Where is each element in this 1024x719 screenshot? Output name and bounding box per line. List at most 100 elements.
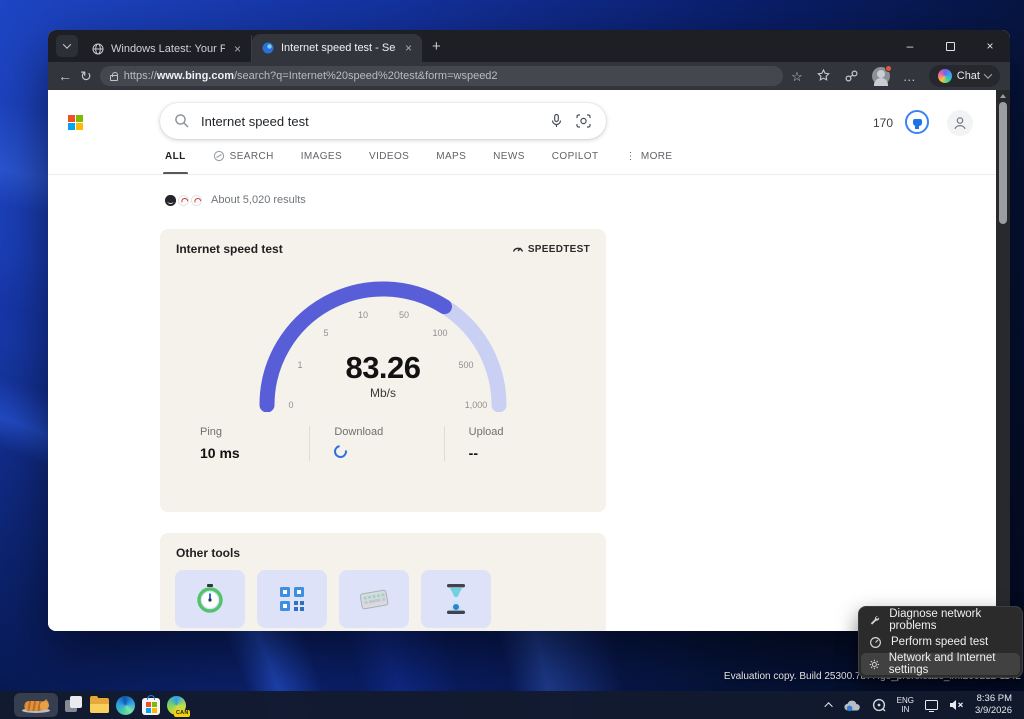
file-explorer-button[interactable] xyxy=(90,698,109,713)
edge-browser-button[interactable] xyxy=(116,696,135,715)
network-ethernet-icon[interactable] xyxy=(925,700,938,710)
gauge-tick: 100 xyxy=(432,328,447,338)
speed-stats-row: Ping 10 ms Download Upload -- xyxy=(188,426,578,461)
profile-avatar[interactable] xyxy=(872,67,890,85)
nav-tab-search[interactable]: SEARCH xyxy=(213,150,274,164)
nav-tab-more[interactable]: ⋮ MORE xyxy=(625,151,672,164)
search-icon xyxy=(174,113,190,129)
cat-start-icon xyxy=(21,697,51,713)
lock-icon xyxy=(110,75,118,81)
tool-qr-code-generator[interactable]: QR code generator xyxy=(257,570,327,631)
nav-tab-maps[interactable]: MAPS xyxy=(436,151,466,164)
favorite-star-icon[interactable]: ☆ xyxy=(791,70,803,83)
maximize-button[interactable] xyxy=(930,30,970,62)
tab-search-dropdown-button[interactable] xyxy=(56,35,78,57)
settings-menu-icon[interactable]: … xyxy=(903,70,916,83)
close-button[interactable]: × xyxy=(970,30,1010,62)
loading-spinner-icon xyxy=(332,442,350,460)
tools-card-title: Other tools xyxy=(176,546,240,560)
visual-search-camera-icon[interactable] xyxy=(575,113,592,129)
chevron-down-icon xyxy=(63,40,71,48)
gauge-tick: 5 xyxy=(323,328,328,338)
speed-gauge: 0 1 5 10 50 100 500 1,000 83.26 Mb/s xyxy=(238,260,528,412)
nav-tab-copilot[interactable]: COPILOT xyxy=(552,151,599,164)
other-tools-card: Other tools xyxy=(160,533,606,631)
speed-test-card: Internet speed test SPEEDTEST 0 xyxy=(160,229,606,512)
nav-tab-all[interactable]: ALL xyxy=(165,151,186,164)
volume-muted-icon[interactable] xyxy=(949,699,964,711)
tool-stopwatch[interactable]: Stopwatch xyxy=(175,570,245,631)
clock-indicator[interactable]: 8:36 PM 3/9/2026 xyxy=(975,693,1012,717)
scrollbar-track[interactable] xyxy=(996,90,1010,631)
rewards-medal-icon[interactable] xyxy=(905,110,929,134)
nav-tab-images[interactable]: IMAGES xyxy=(301,151,342,164)
results-count-text: About 5,020 results xyxy=(211,194,306,206)
tray-utility-icon[interactable] xyxy=(872,698,886,712)
edge-canary-button[interactable]: CAN xyxy=(167,696,186,715)
speedometer-icon xyxy=(869,636,882,649)
tab-strip: Windows Latest: Your Premier Sou × Inter… xyxy=(48,30,1010,62)
onedrive-cloud-icon[interactable] xyxy=(844,699,861,712)
scrollbar-up-arrow[interactable] xyxy=(1000,94,1006,98)
copilot-chat-button[interactable]: Chat xyxy=(929,65,1000,87)
bing-results-page: Internet speed test 170 ALL SEARCH I xyxy=(48,90,996,631)
new-tab-button[interactable]: + xyxy=(432,38,441,55)
account-profile-button[interactable] xyxy=(947,110,973,136)
desktop-wallpaper: Windows Latest: Your Premier Sou × Inter… xyxy=(0,0,1024,719)
bing-favicon xyxy=(262,42,274,54)
tab-close-icon[interactable]: × xyxy=(403,41,414,55)
maximize-icon xyxy=(946,42,955,51)
back-button[interactable]: ← xyxy=(58,69,72,83)
copilot-icon xyxy=(938,69,952,83)
menu-item-diagnose[interactable]: Diagnose network problems xyxy=(861,609,1020,631)
refresh-button[interactable]: ↻ xyxy=(80,69,92,83)
menu-item-speed-test[interactable]: Perform speed test xyxy=(861,631,1020,653)
tab-speed-test-active[interactable]: Internet speed test - Search × xyxy=(252,34,422,62)
search-vertical-nav: ALL SEARCH IMAGES VIDEOS MAPS NEWS COPIL… xyxy=(165,150,996,164)
extensions-icon[interactable] xyxy=(844,69,859,83)
start-button[interactable] xyxy=(14,693,58,717)
keyboard-icon xyxy=(357,586,391,612)
nav-divider xyxy=(48,174,996,175)
tab-title: Internet speed test - Search xyxy=(281,42,396,54)
rewards-count[interactable]: 170 xyxy=(873,116,893,130)
notification-dot xyxy=(885,65,892,72)
speed-card-title: Internet speed test xyxy=(176,242,283,256)
microsoft-store-button[interactable] xyxy=(142,698,160,715)
chat-label: Chat xyxy=(957,70,980,82)
microsoft-logo[interactable] xyxy=(68,115,83,130)
tool-timer[interactable]: Timer xyxy=(421,570,491,631)
tab-title: Windows Latest: Your Premier Sou xyxy=(111,43,225,55)
chevron-down-icon xyxy=(984,70,992,78)
address-bar[interactable]: https://www.bing.com/search?q=Internet%2… xyxy=(100,66,783,86)
speed-unit: Mb/s xyxy=(238,386,528,400)
gauge-tick: 10 xyxy=(358,310,368,320)
nav-tab-news[interactable]: NEWS xyxy=(493,151,525,164)
language-indicator[interactable]: ENG IN xyxy=(897,696,914,714)
speedometer-icon xyxy=(512,243,524,255)
search-input[interactable]: Internet speed test xyxy=(160,103,606,139)
menu-item-network-settings[interactable]: Network and Internet settings xyxy=(861,653,1020,675)
speedtest-brand: SPEEDTEST xyxy=(512,243,590,255)
tray-date: 3/9/2026 xyxy=(975,705,1012,717)
dots-vertical-icon: ⋮ xyxy=(625,151,635,162)
tab-close-icon[interactable]: × xyxy=(232,42,243,56)
gauge-favicon xyxy=(178,195,189,206)
microphone-icon[interactable] xyxy=(549,113,564,129)
gauge-tick: 1,000 xyxy=(465,400,488,410)
globe-icon xyxy=(92,43,104,55)
gauge-tick: 0 xyxy=(288,400,293,410)
stat-ping: Ping 10 ms xyxy=(188,426,309,461)
task-view-button[interactable] xyxy=(65,696,83,714)
qr-code-icon xyxy=(278,585,306,613)
tab-windows-latest[interactable]: Windows Latest: Your Premier Sou × xyxy=(82,35,252,62)
favorites-bar-icon[interactable] xyxy=(816,69,831,83)
nav-tab-videos[interactable]: VIDEOS xyxy=(369,151,409,164)
minimize-button[interactable]: – xyxy=(890,30,930,62)
browser-window: Windows Latest: Your Premier Sou × Inter… xyxy=(48,30,1010,631)
tray-overflow-chevron-icon[interactable] xyxy=(824,702,832,710)
scrollbar-thumb[interactable] xyxy=(999,102,1007,224)
search-query-text: Internet speed test xyxy=(201,114,538,129)
wrench-icon xyxy=(869,614,880,627)
tool-typing-test[interactable]: Typing Test xyxy=(339,570,409,631)
